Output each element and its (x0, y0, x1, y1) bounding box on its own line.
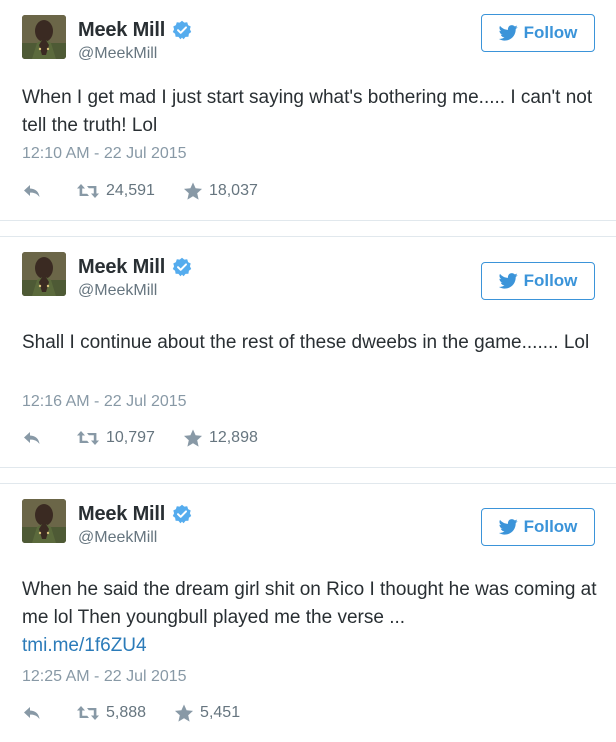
avatar[interactable] (22, 252, 66, 296)
star-icon (183, 182, 203, 201)
reply-button[interactable] (22, 705, 42, 721)
tweet-actions: 5,888 5,451 (22, 702, 240, 724)
retweet-count: 10,797 (106, 429, 155, 446)
favorite-button[interactable]: 12,898 (183, 429, 258, 448)
twitter-bird-icon (499, 519, 518, 535)
twitter-bird-icon (499, 25, 518, 41)
avatar[interactable] (22, 15, 66, 59)
verified-badge-icon (172, 504, 192, 524)
tweet-body: Shall I continue about the rest of these… (22, 332, 590, 353)
tweet-timestamp[interactable]: 12:10 AM - 22 Jul 2015 (22, 145, 187, 163)
tweet-text: When he said the dream girl shit on Rico… (22, 576, 597, 660)
tweet-timestamp[interactable]: 12:16 AM - 22 Jul 2015 (22, 393, 187, 411)
retweet-button[interactable]: 24,591 (76, 182, 155, 200)
verified-badge-icon (172, 257, 192, 277)
author-name-row: Meek Mill (78, 17, 192, 43)
tweet-timestamp[interactable]: 12:25 AM - 22 Jul 2015 (22, 668, 187, 686)
tweet-body: When he said the dream girl shit on Rico… (22, 579, 597, 628)
follow-label: Follow (523, 517, 578, 536)
tweet-card: Meek Mill @MeekMill Follow When I get ma… (0, 0, 616, 221)
retweet-button[interactable]: 5,888 (76, 704, 146, 722)
reply-icon (22, 430, 42, 446)
author-name[interactable]: Meek Mill (78, 256, 165, 279)
avatar-image (22, 499, 66, 543)
tweet-card: Meek Mill @MeekMill Follow Shall I conti… (0, 236, 616, 468)
reply-icon (22, 183, 42, 199)
avatar-image (22, 15, 66, 59)
favorite-button[interactable]: 5,451 (174, 704, 240, 723)
favorite-count: 18,037 (208, 182, 258, 199)
reply-button[interactable] (22, 183, 42, 199)
author-name[interactable]: Meek Mill (78, 503, 165, 526)
tweet-actions: 24,591 18,037 (22, 180, 258, 202)
retweet-count: 24,591 (106, 182, 155, 199)
retweet-icon (76, 705, 100, 721)
tweet-text: When I get mad I just start saying what'… (22, 84, 597, 140)
verified-badge-icon (172, 20, 192, 40)
follow-button[interactable]: Follow (481, 14, 595, 52)
follow-label: Follow (523, 23, 578, 42)
author-handle[interactable]: @MeekMill (78, 282, 157, 300)
follow-button[interactable]: Follow (481, 262, 595, 300)
author-handle[interactable]: @MeekMill (78, 529, 157, 547)
retweet-button[interactable]: 10,797 (76, 429, 155, 447)
favorite-button[interactable]: 18,037 (183, 182, 258, 201)
tweet-card: Meek Mill @MeekMill Follow When he said … (0, 483, 616, 742)
reply-icon (22, 705, 42, 721)
author-name-row: Meek Mill (78, 254, 192, 280)
favorite-count: 12,898 (208, 429, 258, 446)
author-name-row: Meek Mill (78, 501, 192, 527)
follow-button[interactable]: Follow (481, 508, 595, 546)
twitter-bird-icon (499, 273, 518, 289)
tweet-actions: 10,797 12,898 (22, 427, 258, 449)
retweet-icon (76, 430, 100, 446)
avatar-image (22, 252, 66, 296)
author-name[interactable]: Meek Mill (78, 19, 165, 42)
star-icon (183, 429, 203, 448)
star-icon (174, 704, 194, 723)
reply-button[interactable] (22, 430, 42, 446)
author-handle[interactable]: @MeekMill (78, 45, 157, 63)
retweet-icon (76, 183, 100, 199)
tweet-body: When I get mad I just start saying what'… (22, 87, 593, 136)
tweet-text: Shall I continue about the rest of these… (22, 329, 597, 357)
avatar[interactable] (22, 499, 66, 543)
retweet-count: 5,888 (106, 704, 147, 721)
follow-label: Follow (523, 271, 578, 290)
tweet-link[interactable]: tmi.me/1f6ZU4 (22, 632, 597, 660)
favorite-count: 5,451 (200, 704, 241, 721)
